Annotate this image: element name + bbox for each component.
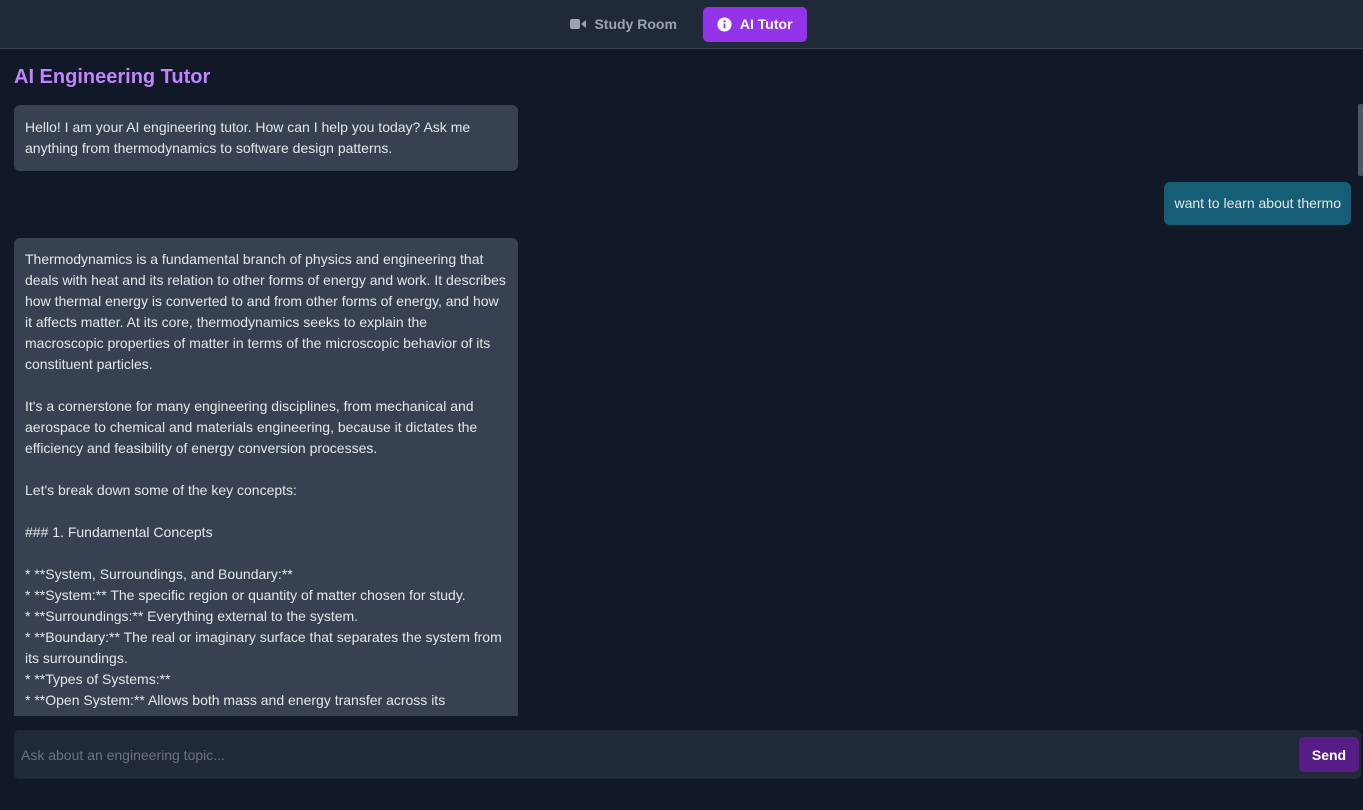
info-circle-icon bbox=[717, 16, 732, 32]
message-paragraph bbox=[25, 375, 507, 396]
message-paragraph: It's a cornerstone for many engineering … bbox=[25, 398, 482, 456]
message-paragraph bbox=[25, 501, 507, 522]
tab-ai-tutor[interactable]: AI Tutor bbox=[702, 6, 807, 42]
composer: Send bbox=[14, 730, 1361, 779]
tab-study-room[interactable]: Study Room bbox=[556, 7, 690, 42]
video-camera-icon bbox=[570, 18, 587, 30]
message-paragraph: Let's break down some of the key concept… bbox=[25, 482, 297, 498]
message-input[interactable] bbox=[14, 730, 1299, 779]
chat-messages[interactable]: Hello! I am your AI engineering tutor. H… bbox=[0, 104, 1363, 716]
message-paragraph bbox=[25, 543, 507, 564]
tab-label: AI Tutor bbox=[739, 16, 793, 32]
message-list: * **System, Surroundings, and Boundary:*… bbox=[25, 566, 502, 716]
chat-scrollbar[interactable] bbox=[1358, 104, 1363, 176]
page-title: AI Engineering Tutor bbox=[14, 66, 211, 88]
assistant-message: Thermodynamics is a fundamental branch o… bbox=[14, 238, 518, 716]
tab-label: Study Room bbox=[594, 16, 677, 32]
message-heading: ### 1. Fundamental Concepts bbox=[25, 524, 213, 540]
user-message: want to learn about thermo bbox=[1164, 182, 1351, 225]
top-nav: Study Room AI Tutor bbox=[0, 0, 1363, 49]
send-button[interactable]: Send bbox=[1299, 737, 1359, 772]
message-paragraph bbox=[25, 459, 507, 480]
assistant-message: Hello! I am your AI engineering tutor. H… bbox=[14, 105, 518, 171]
message-paragraph: Thermodynamics is a fundamental branch o… bbox=[25, 251, 510, 372]
